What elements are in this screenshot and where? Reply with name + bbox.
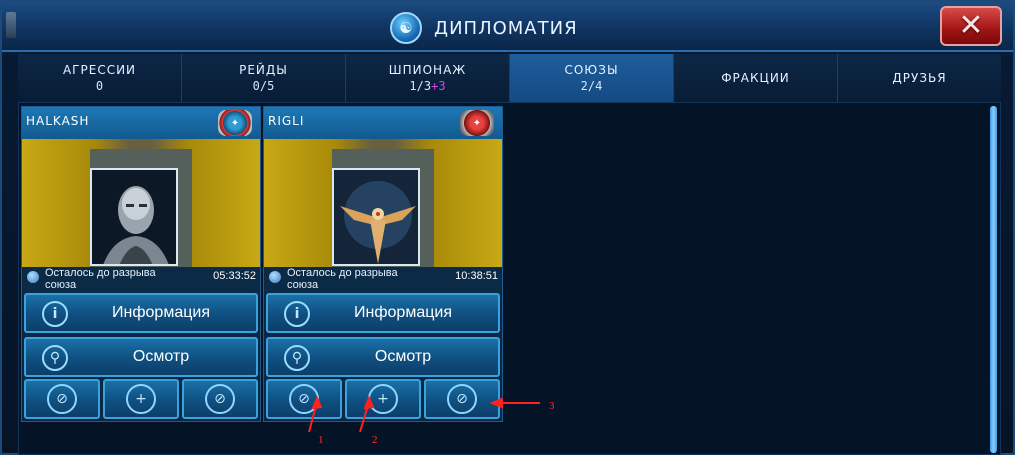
annotation-overlay	[308, 395, 540, 433]
annotation-label-1: 1	[318, 434, 324, 446]
diplomacy-window: ☯ ДИПЛОМАТИЯ ✕ АГРЕССИИ 0 РЕЙДЫ 0/5 ШПИО…	[0, 0, 1015, 455]
annotation-label-2: 2	[372, 434, 378, 446]
annotation-label-3: 3	[549, 400, 555, 412]
arrow-1-head	[311, 395, 323, 410]
arrow-2-head	[363, 395, 375, 410]
arrow-3-head	[489, 397, 503, 409]
